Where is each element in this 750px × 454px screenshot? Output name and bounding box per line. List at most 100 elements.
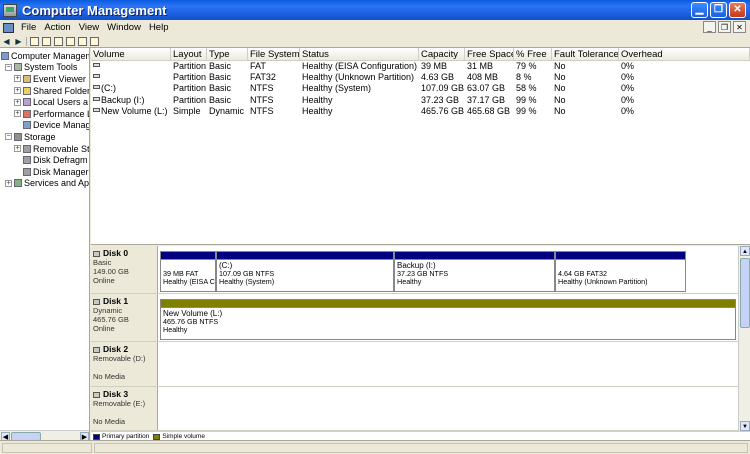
column-header[interactable]: Capacity [419, 48, 465, 61]
disk-row[interactable]: Disk 2 Removable (D:) No Media [91, 342, 738, 387]
disk-label[interactable]: Disk 2 Removable (D:) No Media [91, 342, 158, 386]
tree-item[interactable]: − Storage [5, 131, 56, 143]
table-cell: 39 MB [419, 61, 465, 72]
child-close-button[interactable]: ✕ [733, 21, 746, 33]
table-row[interactable]: Partition Basic FAT32 Healthy (Unknown Part… [91, 72, 750, 83]
scroll-down-arrow[interactable]: ▼ [740, 421, 750, 431]
partition-status: Healthy (System) [219, 277, 275, 287]
column-header[interactable]: Layout [171, 48, 207, 61]
partition[interactable]: (C:) 107.09 GB NTFS Healthy (System) [216, 251, 394, 292]
tree-item-label: Services and App [24, 178, 90, 189]
menu-bar: File Action View Window Help _ ❐ ✕ [0, 20, 750, 35]
table-row[interactable]: Partition Basic FAT Healthy (EISA Configura… [91, 61, 750, 72]
partition[interactable]: 4.64 GB FAT32 Healthy (Unknown Partition) [555, 251, 686, 292]
column-header[interactable]: Overhead [619, 48, 750, 61]
cell-value: No [554, 61, 566, 71]
properties-icon[interactable] [54, 36, 63, 46]
disk-info: No Media [93, 417, 126, 426]
scroll-up-arrow[interactable]: ▲ [740, 246, 750, 256]
table-row[interactable]: New Volume (L:) Simple Dynamic NTFS Healthy 4… [91, 106, 750, 117]
window-title: Computer Management [22, 2, 167, 18]
column-header[interactable]: Fault Tolerance [552, 48, 619, 61]
tree-item[interactable]: + Local Users a [14, 96, 88, 108]
disk-view-scrollbar[interactable]: ▲ ▼ [738, 246, 750, 431]
tree-item[interactable]: + Performance L [14, 108, 89, 120]
cell-value: 31 MB [467, 61, 494, 71]
partition[interactable]: 39 MB FAT Healthy (EISA C [160, 251, 216, 292]
restore-button[interactable]: ❐ [710, 2, 727, 18]
expand-icon[interactable]: + [14, 75, 21, 83]
scroll-thumb[interactable] [740, 258, 750, 328]
collapse-icon[interactable]: − [5, 63, 12, 71]
table-cell: NTFS [248, 106, 300, 117]
column-header[interactable]: Volume [91, 48, 171, 61]
tree-item[interactable]: Disk Defragm [14, 154, 88, 166]
volume-list[interactable]: Volume Layout Type File System Status Capacit… [91, 48, 750, 245]
partition[interactable]: New Volume (L:) 465.76 GB NTFS Healthy [160, 299, 736, 340]
tree-item[interactable]: Computer Managem [1, 50, 89, 62]
show-hide-tree-icon[interactable] [42, 36, 51, 46]
cell-value: Healthy (Unknown Partition) [302, 72, 415, 83]
disk-graphical-view[interactable]: Disk 0 Basic 149.00 GB Online 39 MB FAT Heal… [91, 246, 738, 431]
partition[interactable]: Backup (I:) 37.23 GB NTFS Healthy [394, 251, 555, 292]
volume-icon [93, 96, 100, 101]
disk-info [93, 363, 155, 372]
expand-icon[interactable]: + [5, 179, 12, 187]
cell-value: Healthy [302, 105, 333, 116]
back-icon[interactable]: ◀ [2, 37, 11, 46]
minimize-button[interactable]: ▁ [691, 2, 708, 18]
column-header[interactable]: Type [207, 48, 248, 61]
expand-icon[interactable]: + [14, 98, 21, 106]
disk-row[interactable]: Disk 0 Basic 149.00 GB Online 39 MB FAT Heal… [91, 246, 738, 294]
table-cell: Basic [207, 95, 248, 106]
tree-item-label: Device Manag [33, 120, 90, 131]
menu-view[interactable]: View [75, 22, 103, 33]
disk-name-text: Disk 0 [103, 248, 129, 258]
table-row[interactable]: (C:) Partition Basic NTFS Healthy (System) 10… [91, 83, 750, 94]
help-icon[interactable] [66, 36, 75, 46]
svc-icon [14, 179, 22, 188]
disk-info: Online [93, 276, 115, 285]
mmc-app-icon[interactable] [3, 22, 14, 33]
tree-item[interactable]: Device Manag [14, 120, 90, 132]
refresh-icon[interactable] [90, 36, 99, 46]
export-icon[interactable] [78, 36, 87, 46]
title-bar[interactable]: Computer Management ▁ ❐ ✕ [0, 0, 750, 20]
menu-help[interactable]: Help [145, 22, 173, 33]
column-header[interactable]: File System [248, 48, 300, 61]
tree-item[interactable]: + Removable St [14, 143, 89, 155]
table-row[interactable]: Backup (I:) Partition Basic NTFS Healthy 37.2… [91, 95, 750, 106]
tree-item[interactable]: + Event Viewer [14, 73, 86, 85]
tree-item[interactable]: Disk Manager [14, 166, 89, 178]
computer-management-icon [3, 3, 17, 17]
tree-item[interactable]: − System Tools [5, 62, 77, 74]
collapse-icon[interactable]: − [5, 133, 12, 141]
child-restore-button[interactable]: ❐ [718, 21, 731, 33]
console-tree[interactable]: Computer Managem − System Tools + Event View… [0, 48, 90, 441]
column-header[interactable]: Status [300, 48, 419, 61]
disk-row[interactable]: Disk 3 Removable (E:) No Media [91, 387, 738, 431]
disk-label[interactable]: Disk 1 Dynamic 465.76 GB Online [91, 294, 158, 341]
column-header[interactable]: Free Space [465, 48, 514, 61]
disk-label[interactable]: Disk 0 Basic 149.00 GB Online [91, 246, 158, 293]
expand-icon[interactable]: + [14, 145, 21, 153]
disk-row[interactable]: Disk 1 Dynamic 465.76 GB Online New Volume (… [91, 294, 738, 342]
column-header[interactable]: % Free [514, 48, 552, 61]
expand-icon[interactable]: + [14, 110, 21, 118]
folder-icon [23, 86, 31, 95]
menu-action[interactable]: Action [40, 22, 74, 33]
expand-icon[interactable]: + [14, 87, 21, 95]
up-folder-icon[interactable] [30, 36, 39, 46]
tree-item[interactable]: + Shared Folder [14, 85, 89, 97]
disk-label[interactable]: Disk 3 Removable (E:) No Media [91, 387, 158, 430]
table-cell: Healthy [300, 106, 419, 117]
menu-window[interactable]: Window [103, 22, 145, 33]
table-cell: Basic [207, 61, 248, 72]
close-button[interactable]: ✕ [729, 2, 746, 18]
disk-icon [23, 144, 31, 153]
table-cell: 0% [619, 72, 750, 83]
forward-icon[interactable]: ▶ [14, 37, 23, 46]
menu-file[interactable]: File [17, 22, 40, 33]
child-minimize-button[interactable]: _ [703, 21, 716, 33]
tree-item[interactable]: + Services and App [5, 178, 90, 190]
